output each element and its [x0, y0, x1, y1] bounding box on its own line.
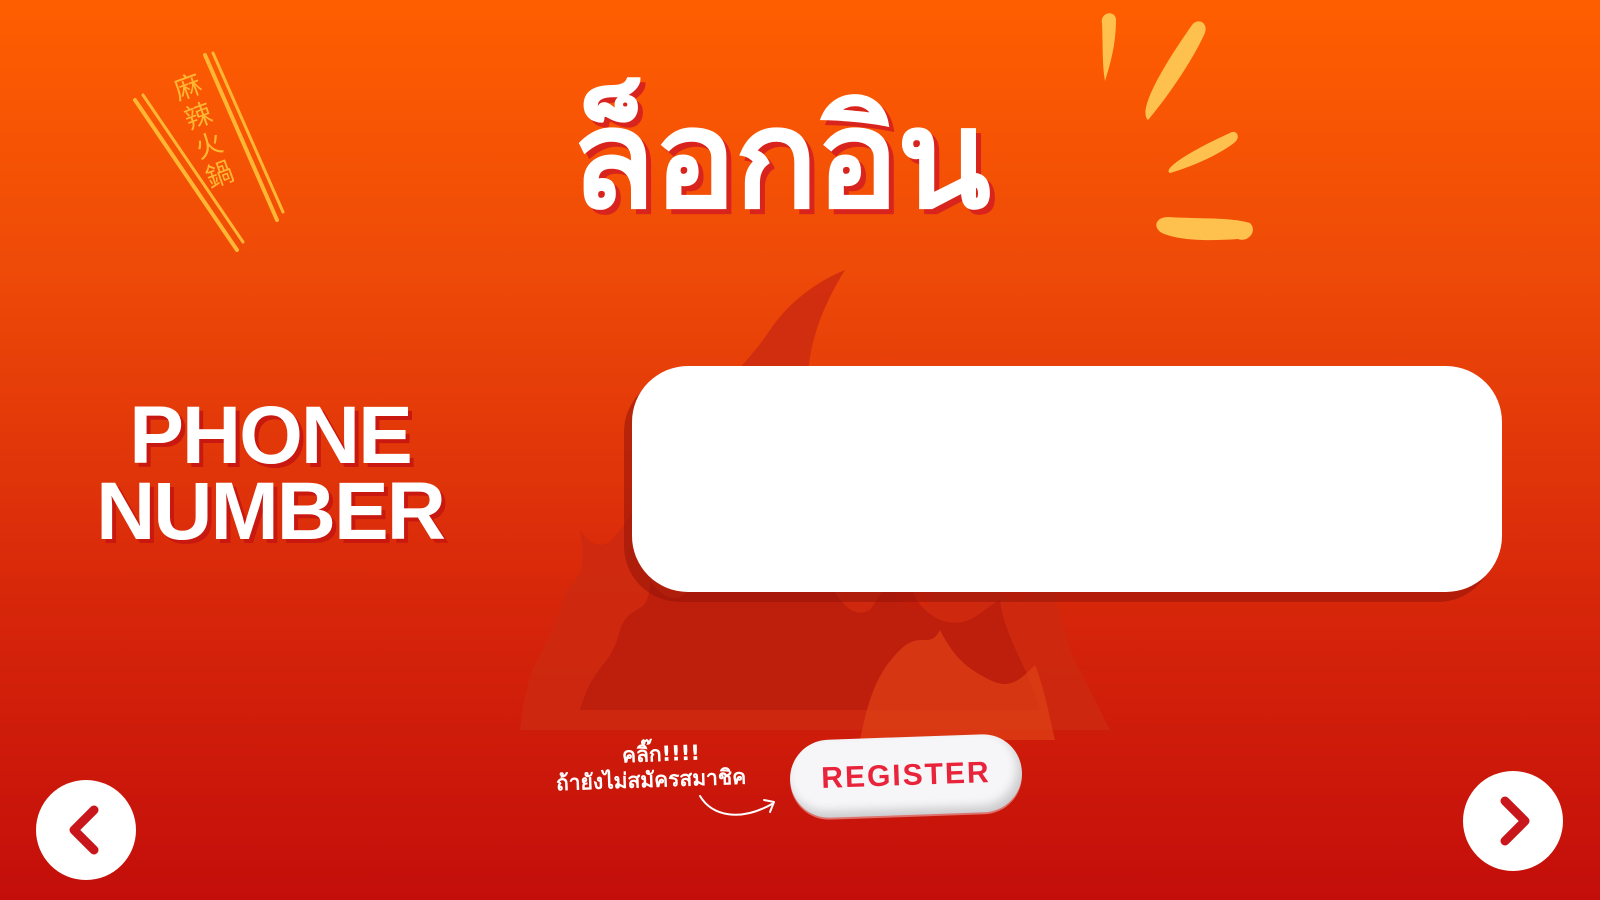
- phone-label-line2: NUMBER: [96, 466, 446, 557]
- page-title: ล็อกอิน: [570, 79, 991, 240]
- burst-decoration: [1101, 13, 1253, 241]
- hotpot-logo-text: 麻辣火鍋: [158, 69, 278, 228]
- register-button[interactable]: REGISTER: [788, 732, 1024, 820]
- next-button[interactable]: [1463, 771, 1563, 871]
- prev-button[interactable]: [36, 780, 136, 880]
- chevron-left-icon: [69, 805, 99, 855]
- logo-text: 麻辣火鍋: [170, 68, 238, 195]
- phone-label-line1: PHONE: [129, 390, 413, 481]
- phone-number-input[interactable]: [632, 366, 1502, 592]
- chevron-right-icon: [1500, 796, 1530, 846]
- phone-number-label: PHONE NUMBER: [60, 390, 480, 557]
- login-screen: 麻辣火鍋 ล็อกอิน PHONE NUMBER คลิ๊ก!!!! ถ้าย…: [0, 0, 1600, 900]
- curved-arrow-icon: [699, 795, 775, 816]
